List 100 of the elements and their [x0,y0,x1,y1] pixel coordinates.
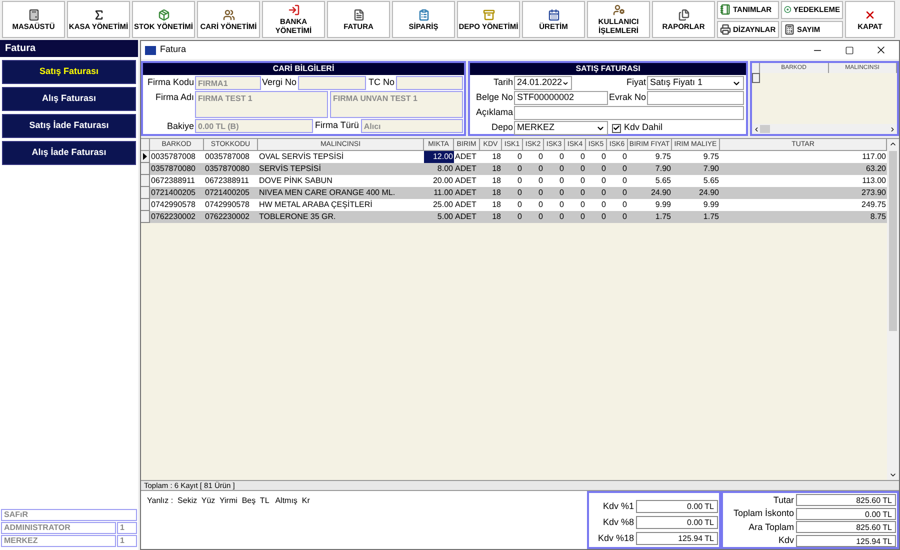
disc-icon [784,4,792,16]
table-cell-text: 0 [622,187,628,199]
table-cell-text: 0 [600,199,607,211]
table-cell-text: 117.00 [861,151,887,163]
scrollbar-thumb[interactable] [889,151,897,331]
amount-field: 0.00 TL [796,508,896,520]
sidebar-item[interactable]: Satış Faturası [2,60,136,84]
table-cell-text: SERVİS TEPSİSİ [258,163,322,175]
close-icon [875,44,887,56]
depot-dropdown[interactable]: MERKEZ [514,121,608,135]
table-cell-text: ADET [454,163,478,175]
field-label: Açıklama [474,106,513,119]
table-cell-text: 0 [558,163,565,175]
table-cell-text: 0672388911 [150,175,196,187]
table-cell-text: 273.90 [860,187,887,199]
table-cell-text: 18 [491,163,502,175]
table-cell-text: 0 [538,187,544,199]
table-cell-text: 0 [538,199,544,211]
table-cell-text: 18 [491,151,502,163]
table-cell-text: 0 [538,211,544,223]
table-cell-text: 0 [600,163,607,175]
table-cell-text: 0 [516,151,523,163]
documents-icon [678,8,690,20]
table-cell-text: 0 [580,163,586,175]
table-cell-text: 0742990578 [204,199,250,211]
table-cell-text: 18 [491,199,502,211]
sidebar-item[interactable]: Alış Faturası [2,87,136,111]
vertical-scrollbar[interactable] [887,139,899,480]
table-cell-text: 9.99 [654,199,672,211]
row-pointer-icon [143,153,147,160]
window-title: Fatura [160,43,188,56]
table-cell-text: 0721400205 [204,187,250,199]
table-cell-text: 0672388911 [204,175,250,187]
table-cell-text: DOVE PİNK SABUN [258,175,334,187]
table-cell-text: 7.90 [702,163,720,175]
table-cell-text: 0035787008 [150,151,196,163]
amount-field: 125.94 TL [796,534,896,547]
field-label: Tarih [492,76,513,89]
horizontal-scrollbar[interactable] [752,124,897,134]
table-cell-text: 20.00 [432,175,454,187]
table-cell-text: 0 [580,211,586,223]
amount-field: 0.00 TL [636,500,718,513]
table-cell-text: 0 [516,175,523,187]
sidebar-item[interactable]: Alış İade Faturası [2,141,136,165]
table-cell-text: 1.75 [702,211,720,223]
table-cell-text: 0 [558,151,565,163]
price-dropdown[interactable]: Satış Fiyatı 1 [647,76,744,90]
info-cell: 1 [117,535,137,547]
table-cell-text: 0 [538,163,544,175]
table-cell-text: 0 [538,175,544,187]
table-cell-text: 0357870080 [204,163,250,175]
field-label: Firma Adı [154,91,194,104]
table-cell-text: 0 [600,211,607,223]
field-label: Toplam İskonto [732,507,794,520]
table-cell-text: 24.90 [650,187,672,199]
table-cell-text: 0 [516,187,523,199]
table-cell-text: 0721400205 [150,187,196,199]
field-label: Fiyat [626,76,646,90]
scroll-right-icon [889,126,896,132]
table-cell-text: 1.75 [654,211,672,223]
app-icon [145,46,156,54]
input-field[interactable] [298,76,366,90]
input-field[interactable]: STF00000002 [514,91,608,105]
field-label: Vergi No [262,76,297,89]
cabinet-icon [482,8,494,20]
table-cell-text: 9.99 [702,199,720,211]
table-cell-text: 0 [600,175,607,187]
table-cell-text: ADET [454,151,478,163]
input-field[interactable] [647,91,744,105]
close-icon [864,8,876,20]
table-cell-text: 0 [622,151,628,163]
table-cell-text: ADET [454,199,478,211]
kdv-checkbox[interactable]: Kdv Dahil [612,121,663,135]
date-dropdown[interactable]: 24.01.2022 [514,76,572,90]
check-icon [613,124,620,132]
clipboard-icon [418,8,430,20]
table-cell-text: 0 [558,211,565,223]
input-field[interactable] [396,76,463,90]
table-cell-text: 18 [491,175,502,187]
amount-field: 125.94 TL [636,532,718,545]
table-cell-text: 0 [622,163,628,175]
table-cell-text: 249.75 [860,199,887,211]
field-label: Tutar [772,494,794,506]
amount-in-words: Yanlız : Sekiz Yüz Yirmi Beş TL Altmış Kr [146,495,311,507]
field-label: Kdv [777,534,794,547]
table-cell-text: HW METAL ARABA ÇEŞİTLERİ [258,199,374,211]
sidebar-item[interactable]: Satış İade Faturası [2,114,136,138]
maximize-icon [844,46,854,54]
scroll-up-icon [889,140,897,148]
table-cell-text: 25.00 [432,199,454,211]
sigma-icon [92,8,104,20]
calculator-icon [784,24,795,35]
table-cell-text: 5.65 [702,175,720,187]
table-cell-text: 0 [600,151,607,163]
table-cell-text: 5.65 [654,175,672,187]
table-cell-text: 18 [491,187,502,199]
input-field[interactable] [514,106,744,120]
info-cell: ADMINISTRATOR [1,522,116,534]
scrollbar-thumb[interactable] [760,125,770,133]
row-header[interactable] [141,151,150,163]
